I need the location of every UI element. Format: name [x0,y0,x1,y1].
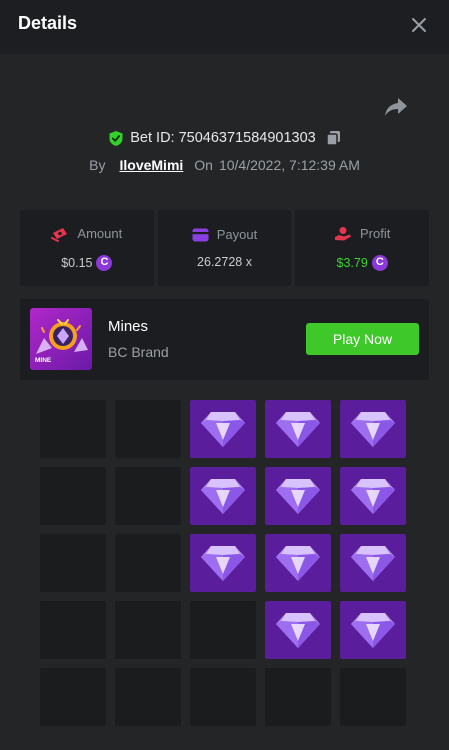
mines-tile-gem[interactable] [340,467,406,525]
coin-icon: C [96,254,113,271]
bet-datetime: 10/4/2022, 7:12:39 AM [218,157,360,173]
mines-tile[interactable] [115,400,181,458]
copy-icon [325,131,340,146]
stat-label: Payout [216,227,258,242]
card-icon [192,228,209,241]
on-label: On [194,157,213,173]
game-brand: BC Brand [108,344,169,360]
mines-tile[interactable] [40,467,106,525]
diamond-gem-icon [276,412,320,447]
mines-tile[interactable] [40,534,106,592]
coin-icon: C [371,254,388,271]
diamond-gem-icon [351,412,395,447]
mines-tile[interactable] [115,467,181,525]
mines-tile[interactable] [115,601,181,659]
diamond-gem-icon [201,479,245,514]
money-icon [51,227,68,242]
close-button[interactable] [404,10,434,40]
mines-tile[interactable] [190,601,256,659]
stat-label: Profit [360,226,391,241]
mines-tile-gem[interactable] [340,400,406,458]
stat-profit: Profit $3.79 C [295,210,430,286]
by-label: By [89,157,106,173]
share-button[interactable] [383,96,409,118]
page-title: Details [18,13,78,33]
mines-tile-gem[interactable] [265,534,331,592]
username-link[interactable]: IloveMimi [119,157,183,173]
diamond-gem-icon [351,479,395,514]
mines-tile[interactable] [40,601,106,659]
mines-tile[interactable] [190,668,256,726]
diamond-gem-icon [276,613,320,648]
close-icon [412,18,426,32]
diamond-gem-icon [351,546,395,581]
stat-label: Amount [77,226,123,241]
stat-amount: Amount $0.15 C [20,210,154,286]
share-arrow-icon [385,98,407,116]
game-card: MINE Mines BC Brand Play Now [20,299,429,380]
mines-tile-gem[interactable] [265,400,331,458]
mines-tile[interactable] [340,668,406,726]
diamond-gem-icon [201,412,245,447]
thumb-label: MINE [35,357,52,364]
copy-button[interactable] [325,130,341,146]
mines-tile-gem[interactable] [190,534,256,592]
bet-byline: By IloveMimi On 10/4/2022, 7:12:39 AM [0,155,449,175]
diamond-gem-icon [201,546,245,581]
bet-id-line: Bet ID: 75046371584901303 [0,128,449,148]
stat-payout: Payout 26.2728 x [157,210,292,286]
profit-hand-icon [335,226,351,240]
mines-tile[interactable] [40,400,106,458]
details-header: Details [0,0,449,54]
diamond-gem-icon [351,613,395,648]
mines-tile[interactable] [40,668,106,726]
stat-value: 26.2728 x [197,255,252,269]
mines-tile-gem[interactable] [265,601,331,659]
mines-tile-gem[interactable] [190,467,256,525]
diamond-gem-icon [276,546,320,581]
mines-tile[interactable] [115,668,181,726]
bet-id: Bet ID: 75046371584901303 [130,130,316,146]
diamond-gem-icon [276,479,320,514]
mines-tile[interactable] [265,668,331,726]
mines-tile-gem[interactable] [190,400,256,458]
play-now-button[interactable]: Play Now [306,323,419,355]
game-name: Mines [108,318,149,335]
mines-tile-gem[interactable] [340,534,406,592]
stat-value: $0.15 [61,255,93,270]
mines-tile-gem[interactable] [265,467,331,525]
mines-tile-gem[interactable] [340,601,406,659]
stat-value: $3.79 [336,255,368,270]
mines-board [40,400,406,730]
shield-check-icon [109,130,123,146]
game-thumbnail[interactable]: MINE [30,308,92,370]
mines-tile[interactable] [115,534,181,592]
bet-stats: Amount $0.15 C Payout 26.2728 x Profit $… [20,210,430,286]
